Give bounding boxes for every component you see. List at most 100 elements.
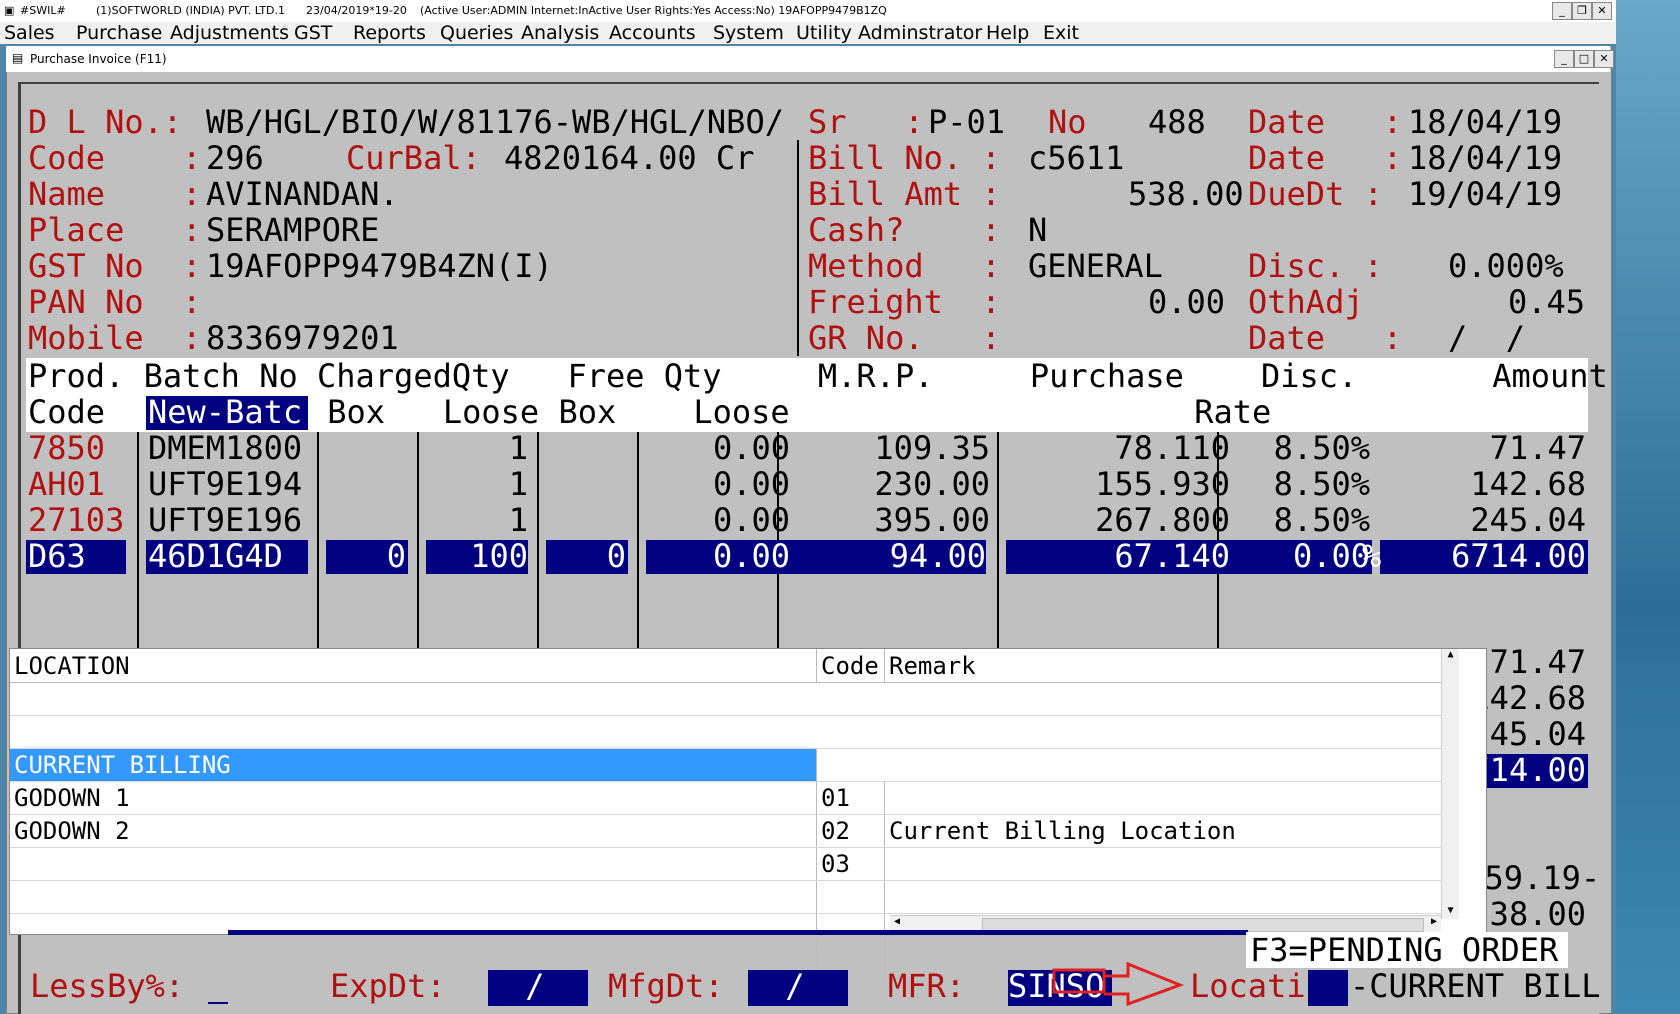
- row-code: 27103: [28, 501, 125, 539]
- active-disc[interactable]: 0.00: [1250, 538, 1370, 574]
- location-value: -CURRENT BILL: [1350, 967, 1601, 1005]
- lessby-label: LessBy%:: [30, 967, 185, 1005]
- row-free-loose: 0.00: [712, 465, 790, 503]
- othadj-value[interactable]: 0.45: [1508, 284, 1585, 320]
- row-disc: 8.50%: [1273, 465, 1370, 503]
- gr-date-label: Date :: [1248, 319, 1403, 357]
- bill-no-value[interactable]: c5611: [1028, 140, 1124, 176]
- location-row[interactable]: GODOWN 2 03: [10, 749, 1441, 880]
- row-mrp: 109.35: [874, 429, 990, 467]
- mfr-label: MFR:: [888, 967, 966, 1005]
- col-divider: [637, 432, 639, 648]
- row-batch: UFT9E194: [148, 465, 303, 503]
- app-icon: ▣: [4, 4, 15, 17]
- vertical-scrollbar[interactable]: ▲ ▼: [1441, 649, 1459, 919]
- active-mrp[interactable]: 94.00: [780, 538, 986, 574]
- row-rate: 267.800: [1095, 501, 1230, 539]
- app-name: #SWIL#: [20, 4, 66, 17]
- cash-label: Cash? :: [808, 211, 1001, 249]
- active-amount[interactable]: 6714.00: [1386, 538, 1586, 574]
- row-disc: 8.50%: [1273, 501, 1370, 539]
- menu-utility[interactable]: Utility: [796, 22, 852, 44]
- grid-header-code: Code: [28, 393, 144, 431]
- remark-header[interactable]: Remark: [885, 649, 1441, 683]
- row-batch: DMEM1800: [148, 429, 303, 467]
- due-date-value[interactable]: 19/04/19: [1408, 176, 1562, 212]
- active-box[interactable]: 0: [326, 538, 406, 574]
- grid-header-line2: Box Loose Box Loose Rate: [308, 393, 1272, 431]
- cash-value[interactable]: N: [1028, 212, 1047, 248]
- mobile-value[interactable]: 8336979201: [206, 320, 399, 356]
- menu-adminstrator[interactable]: Adminstrator: [858, 22, 982, 44]
- location-row-selected[interactable]: CURRENT BILLING 01 Current Billing Locat…: [10, 683, 1441, 845]
- pan-no-label: PAN No :: [28, 283, 202, 321]
- menu-adjustments[interactable]: Adjustments: [170, 22, 289, 44]
- bill-date-label: Date :: [1248, 139, 1403, 177]
- code-header[interactable]: Code: [817, 649, 885, 683]
- active-batch[interactable]: 46D1G4D: [148, 538, 283, 574]
- row-code: 7850: [28, 429, 106, 467]
- menu-exit[interactable]: Exit: [1043, 22, 1079, 44]
- dl-no-value[interactable]: WB/HGL/BIO/W/81176-WB/HGL/NBO/: [206, 104, 784, 140]
- bill-amt-value[interactable]: 538.00: [1128, 176, 1244, 212]
- location-header[interactable]: LOCATION: [10, 649, 817, 683]
- menu-queries[interactable]: Queries: [440, 22, 513, 44]
- company-name: (1)SOFTWORLD (INDIA) PVT. LTD.1: [96, 4, 286, 17]
- col-divider: [997, 432, 999, 648]
- menu-analysis[interactable]: Analysis: [521, 22, 599, 44]
- child-restore-icon[interactable]: □: [1574, 50, 1594, 68]
- minimize-icon[interactable]: _: [1552, 2, 1572, 20]
- code-value[interactable]: 296: [206, 140, 264, 176]
- freight-value[interactable]: 0.00: [1148, 284, 1225, 320]
- sr-label: Sr :: [808, 103, 924, 141]
- scroll-down-icon[interactable]: ▼: [1442, 905, 1459, 919]
- restore-icon[interactable]: ❐: [1572, 2, 1592, 20]
- desktop-background: [1616, 0, 1680, 1012]
- menu-gst[interactable]: GST: [294, 22, 332, 44]
- menu-bar: Sales Purchase Adjustments GST Reports Q…: [0, 22, 1616, 44]
- close-icon[interactable]: ✕: [1592, 2, 1612, 20]
- disc-value[interactable]: 0.000%: [1448, 248, 1564, 284]
- menu-accounts[interactable]: Accounts: [609, 22, 696, 44]
- active-rate[interactable]: 67.140: [1000, 538, 1230, 574]
- name-label: Name :: [28, 175, 202, 213]
- grid-header-new-batch[interactable]: New-Batc: [148, 394, 302, 430]
- menu-system[interactable]: System: [713, 22, 784, 44]
- location-row[interactable]: GODOWN 1 02: [10, 716, 1441, 847]
- bill-no-label: Bill No. :: [808, 139, 1001, 177]
- sr-value[interactable]: P-01: [928, 104, 1005, 140]
- row-rate: 155.930: [1095, 465, 1230, 503]
- child-close-icon[interactable]: ✕: [1594, 50, 1614, 68]
- col-divider: [137, 432, 139, 648]
- row-amount: 245.04: [1470, 501, 1586, 539]
- gst-no-value[interactable]: 19AFOPP9479B4ZN(I): [206, 248, 553, 284]
- gr-date-value[interactable]: / /: [1448, 320, 1525, 356]
- menu-help[interactable]: Help: [986, 22, 1029, 44]
- child-window-title: Purchase Invoice (F11): [30, 52, 167, 66]
- row-disc: 8.50%: [1273, 429, 1370, 467]
- method-value[interactable]: GENERAL: [1028, 248, 1163, 284]
- no-value[interactable]: 488: [1148, 104, 1206, 140]
- child-minimize-icon[interactable]: _: [1554, 50, 1574, 68]
- lessby-field[interactable]: [208, 1002, 228, 1004]
- active-free-loose[interactable]: 0.00: [640, 538, 790, 574]
- place-value[interactable]: SERAMPORE: [206, 212, 379, 248]
- expdt-value: /: [506, 967, 545, 1005]
- active-code[interactable]: D63: [28, 538, 86, 574]
- date-value[interactable]: 18/04/19: [1408, 104, 1562, 140]
- status-text: (Active User:ADMIN Internet:InActive Use…: [420, 4, 887, 17]
- code-label: Code :: [28, 139, 202, 177]
- active-loose[interactable]: 100: [426, 538, 528, 574]
- child-window-title-bar: ▤ Purchase Invoice (F11) _ □ ✕: [6, 46, 1614, 72]
- location-field[interactable]: [1308, 970, 1348, 1006]
- row-code: AH01: [28, 465, 106, 503]
- menu-reports[interactable]: Reports: [353, 22, 426, 44]
- active-free-box[interactable]: 0: [546, 538, 626, 574]
- scroll-up-icon[interactable]: ▲: [1442, 649, 1459, 663]
- menu-purchase[interactable]: Purchase: [76, 22, 162, 44]
- bill-date-value[interactable]: 18/04/19: [1408, 140, 1562, 176]
- due-date-label: DueDt :: [1248, 175, 1383, 213]
- col-divider: [537, 432, 539, 648]
- name-value[interactable]: AVINANDAN.: [206, 176, 399, 212]
- menu-sales[interactable]: Sales: [4, 22, 55, 44]
